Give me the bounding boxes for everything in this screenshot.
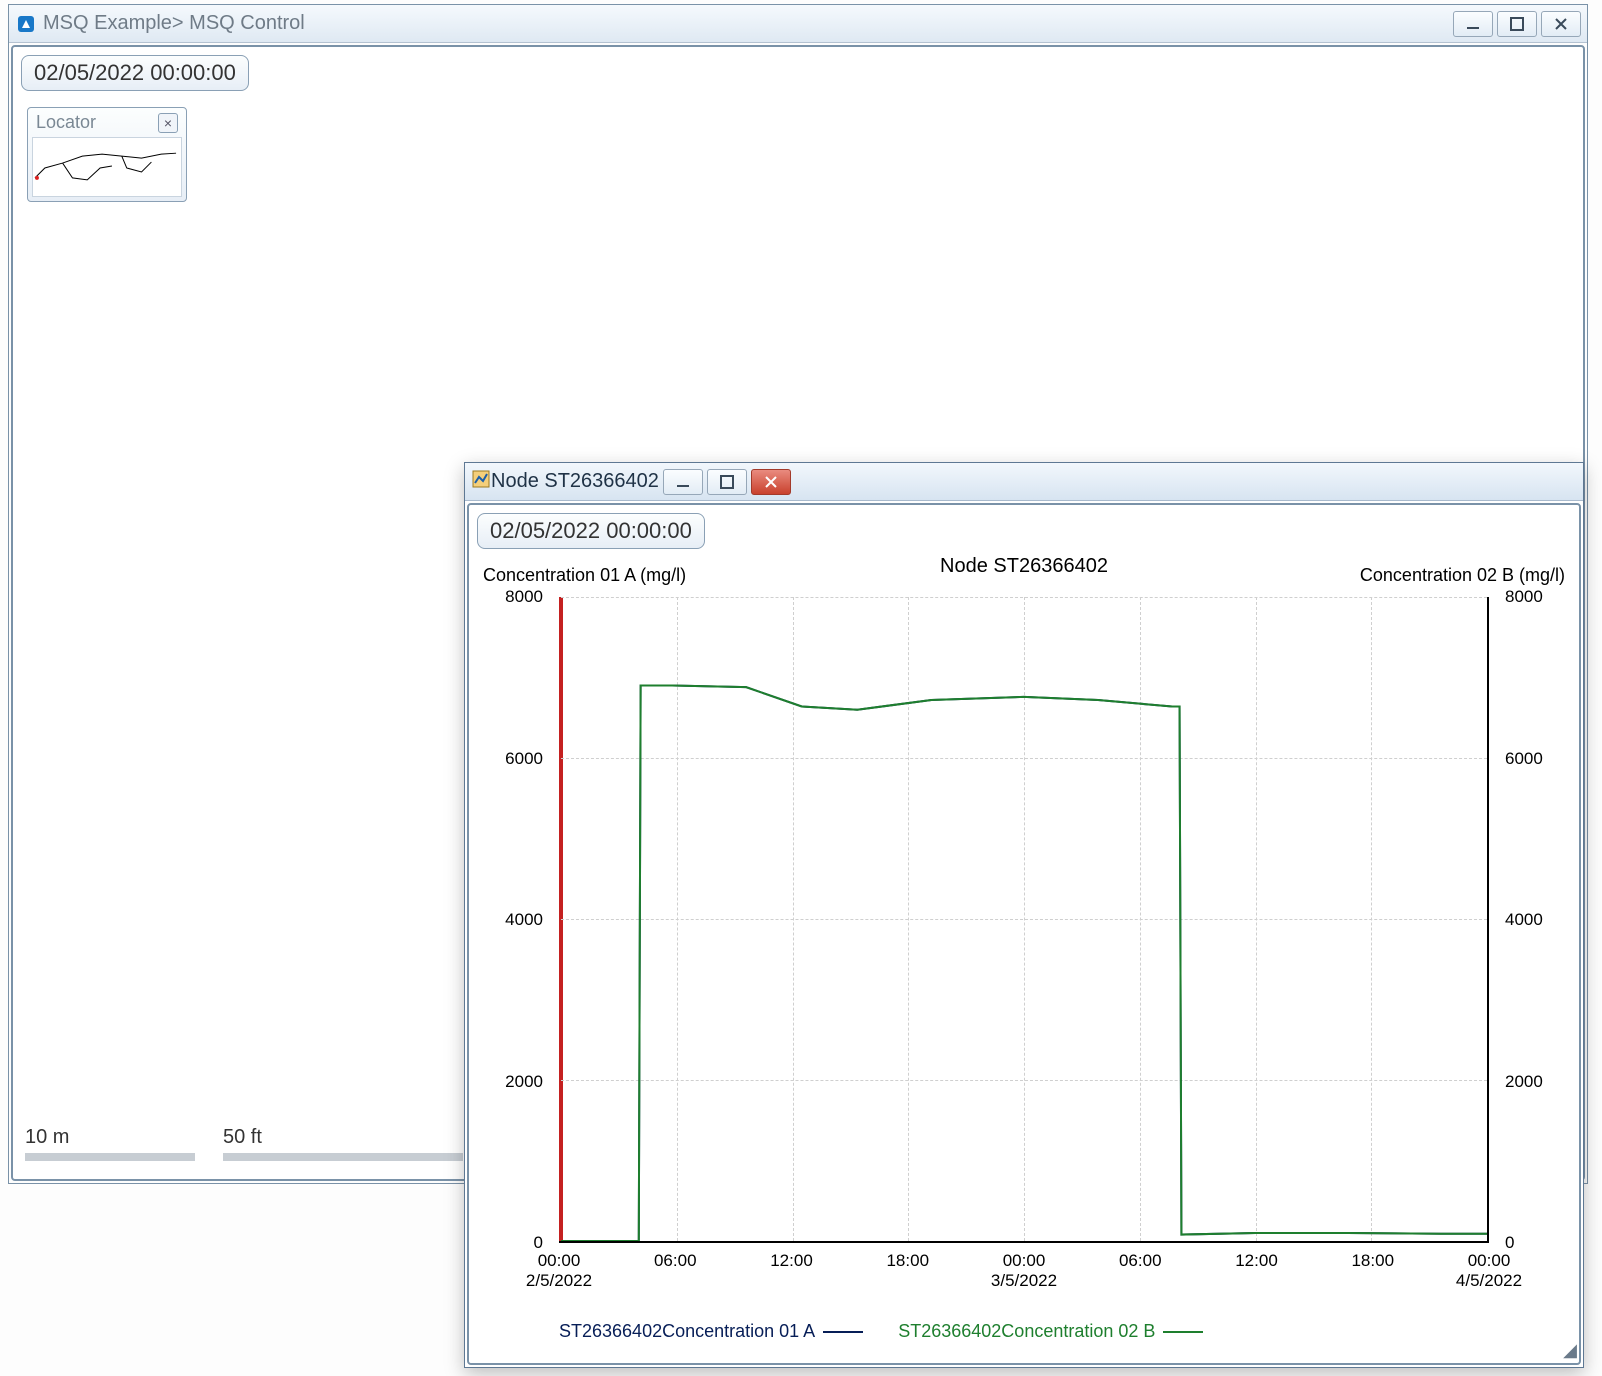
chart-body: 02/05/2022 00:00:00 Node ST26366402 Conc… [467,503,1581,1365]
legend-item: ST26366402Concentration 02 B [898,1321,1203,1342]
chart-icon [471,469,491,494]
chart-titlebar[interactable]: Node ST26366402 [465,463,1583,501]
chart-window-title: Node ST26366402 [491,470,659,493]
map-node-dot[interactable] [61,715,73,727]
right-axis-label: Concentration 02 B (mg/l) [1360,565,1565,586]
scalebar-metric: 10 m [25,1126,195,1161]
chart-window: Node ST26366402 02/05/2022 00:00:00 Node… [464,462,1584,1368]
y-axis-right-ticks: 8000 6000 4000 2000 0 [1497,597,1579,1243]
selected-node-ring [91,909,113,931]
chart-legend: ST26366402Concentration 01 A ST26366402C… [559,1321,1489,1349]
timestamp-pill[interactable]: 02/05/2022 00:00:00 [21,55,249,91]
map-node-dot[interactable] [111,967,123,979]
app-icon [15,13,37,35]
map-node-label: ST26365414 [111,911,220,933]
chart-close-button[interactable] [751,469,791,495]
locator-minimap[interactable] [32,137,182,197]
scalebar-metric-label: 10 m [25,1126,69,1148]
locator-panel[interactable]: Locator × [27,107,187,202]
minimize-button[interactable] [1453,11,1493,37]
locator-close-button[interactable]: × [158,113,178,133]
geoplan-titlebar[interactable]: MSQ Example> MSQ Control [9,5,1587,43]
scalebar-imperial: 50 ft [223,1126,463,1161]
map-node-label: ST26365415 [115,947,224,969]
plot-area[interactable] [559,597,1489,1243]
locator-title: Locator [36,112,96,133]
chart-timestamp-pill[interactable]: 02/05/2022 00:00:00 [477,513,705,549]
map-node-label: ST2 [431,583,466,605]
chart-minimize-button[interactable] [663,469,703,495]
left-axis-label: Concentration 01 A (mg/l) [483,565,686,586]
map-node-label: ST26365402 [75,723,184,745]
resize-grip-icon[interactable]: ◢ [1559,1343,1577,1361]
map-node-dot[interactable] [419,590,431,602]
maximize-button[interactable] [1497,11,1537,37]
map-node-dot[interactable] [105,931,117,943]
x-axis-ticks: 00:00 06:00 12:00 18:00 00:00 06:00 12:0… [559,1247,1489,1293]
map-node-label: ST26365403 [83,797,192,819]
scalebar-imperial-label: 50 ft [223,1126,262,1148]
map-node-dot[interactable] [97,895,109,907]
legend-item: ST26366402Concentration 01 A [559,1321,863,1342]
y-axis-left-ticks: 8000 6000 4000 2000 0 [469,597,551,1243]
map-node-dot[interactable] [69,789,81,801]
close-button[interactable] [1541,11,1581,37]
chart-canvas[interactable]: Node ST26366402 Concentration 01 A (mg/l… [469,551,1579,1363]
map-node-dot[interactable] [121,1003,133,1015]
chart-maximize-button[interactable] [707,469,747,495]
map-node-label: ST26365417 [135,1015,244,1037]
geoplan-title: MSQ Example> MSQ Control [43,12,305,35]
